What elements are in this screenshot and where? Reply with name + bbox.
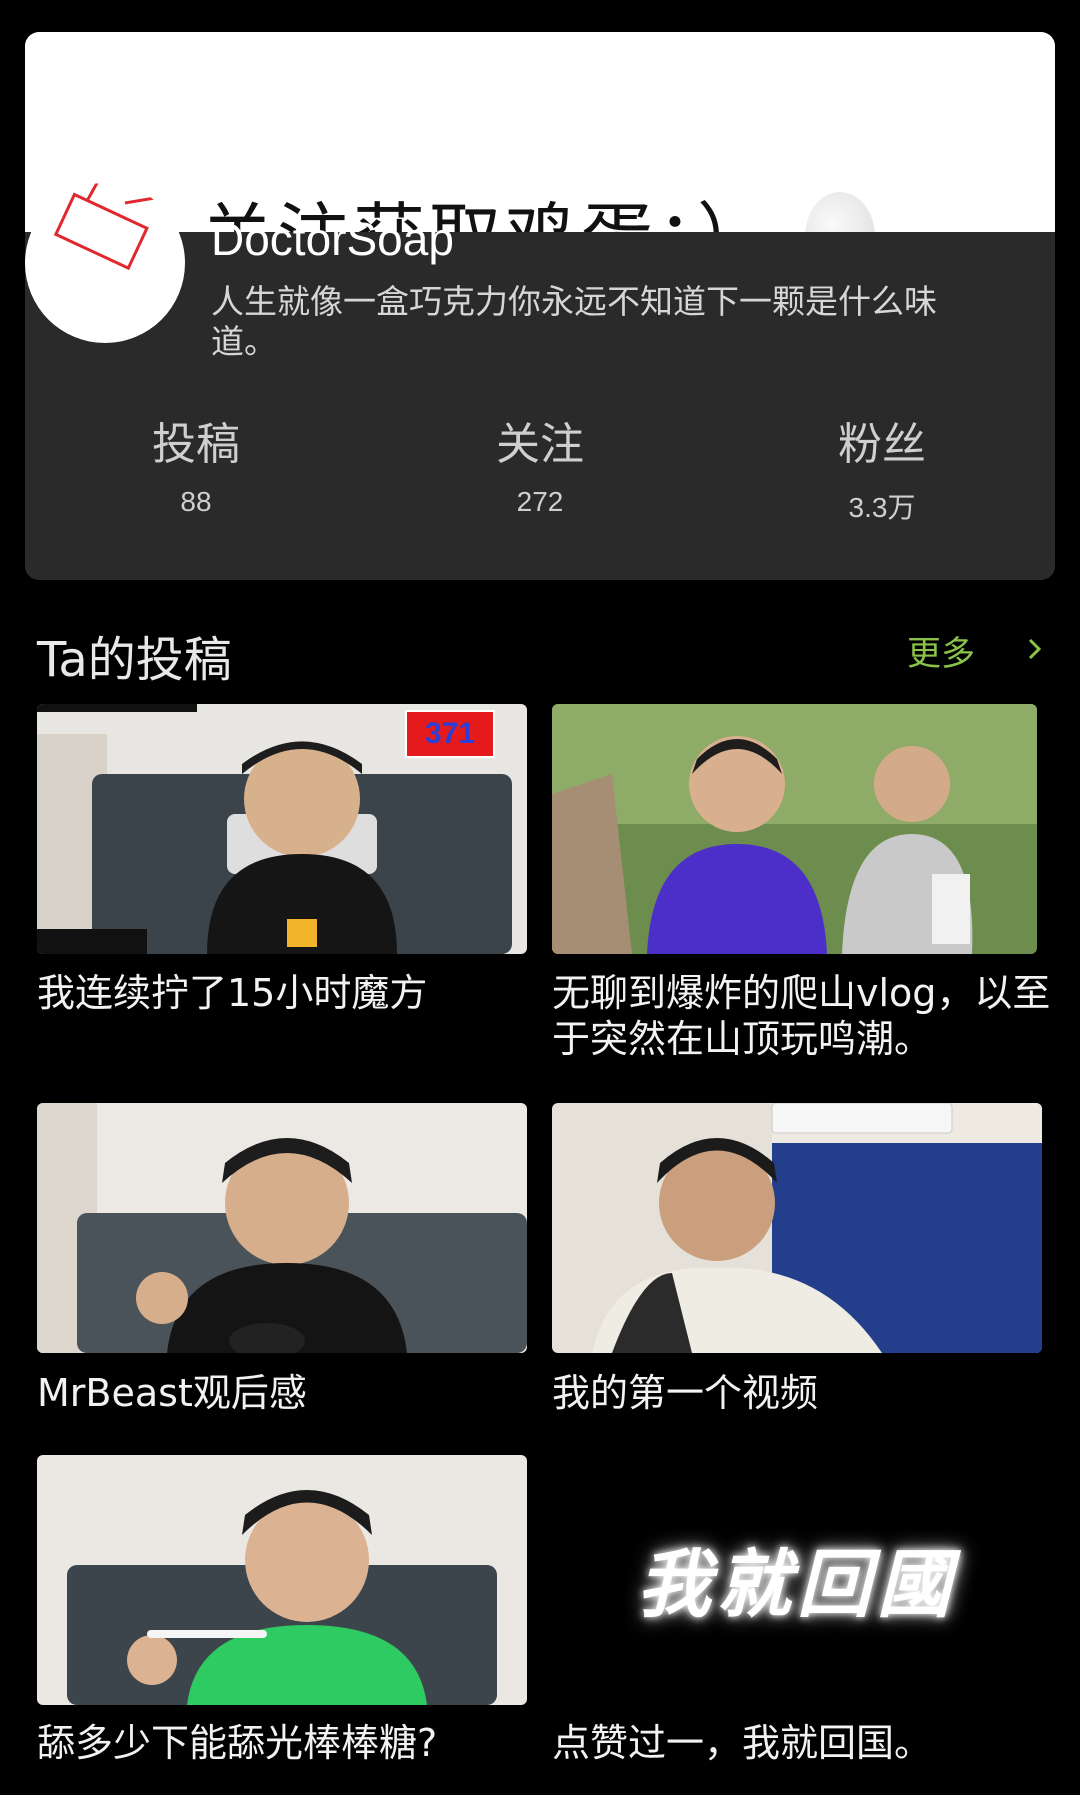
egg-icon (805, 192, 875, 232)
stat-posts[interactable]: 投稿 88 (96, 420, 296, 518)
stat-followers[interactable]: 粉丝 3.3万 (782, 420, 982, 526)
stat-posts-label: 投稿 (152, 419, 240, 470)
stat-posts-value: 88 (180, 486, 212, 517)
video-thumbnail-5[interactable] (37, 1455, 527, 1705)
stat-following-label: 关注 (496, 419, 584, 470)
stat-following-value: 272 (516, 486, 564, 517)
video-thumbnail-2[interactable] (552, 704, 1037, 954)
thumbnail-image (37, 1103, 527, 1353)
video-thumbnail-6[interactable]: 我就回國 (552, 1455, 1042, 1705)
thumbnail-image (552, 1103, 1042, 1353)
overlay-badge: 371 (405, 710, 495, 758)
video-thumbnail-3[interactable] (37, 1103, 527, 1353)
video-title-1[interactable]: 我连续拧了15小时魔方 (37, 970, 537, 1016)
thumbnail-image (552, 704, 1037, 954)
avatar-logo-icon (53, 183, 185, 271)
video-title-6[interactable]: 点赞过一，我就回国。 (552, 1720, 1052, 1766)
bio-text: 人生就像一盒巧克力你永远不知道下一颗是什么味道。 (211, 282, 937, 361)
video-title-3[interactable]: MrBeast观后感 (37, 1370, 537, 1416)
more-link[interactable]: 更多 (907, 626, 975, 675)
chevron-right-icon[interactable] (1025, 634, 1045, 664)
stat-following[interactable]: 关注 272 (440, 420, 640, 518)
stat-followers-label: 粉丝 (838, 419, 926, 470)
username[interactable]: DoctorSoap (211, 212, 454, 266)
video-title-2[interactable]: 无聊到爆炸的爬山vlog，以至于突然在山顶玩鸣潮。 (552, 970, 1052, 1062)
video-title-5[interactable]: 舔多少下能舔光棒棒糖? (37, 1720, 537, 1766)
thumbnail-image (37, 1455, 527, 1705)
stat-followers-value: 3.3万 (848, 492, 916, 523)
section-title: Ta的投稿 (37, 632, 232, 688)
video-thumbnail-1[interactable]: 371 (37, 704, 527, 954)
cover-text: 我就回國 (637, 1542, 957, 1628)
avatar[interactable] (25, 183, 185, 343)
profile-banner[interactable]: 关注获取鸡蛋：） (25, 32, 1055, 232)
video-title-4[interactable]: 我的第一个视频 (552, 1370, 1052, 1416)
video-thumbnail-4[interactable] (552, 1103, 1042, 1353)
